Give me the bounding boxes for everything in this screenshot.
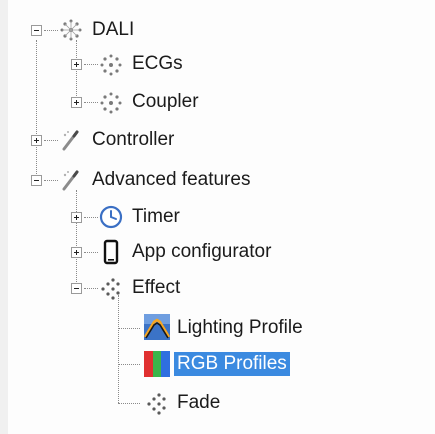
wand-icon: [62, 170, 79, 191]
expand-app-configurator-toggle[interactable]: [71, 247, 82, 258]
tree-item-ecgs[interactable]: ECGs: [129, 52, 186, 76]
tree-panel: DALI ECGs Coupler Controller Advanced fe…: [0, 0, 435, 434]
tree-item-rgb-profiles[interactable]: RGB Profiles: [174, 352, 290, 376]
phone-icon: [103, 239, 119, 265]
tree-guide: [76, 190, 77, 288]
tree-guide: [84, 288, 98, 289]
tree-guide: [118, 403, 140, 404]
collapse-advanced-features-toggle[interactable]: [31, 175, 42, 186]
tree-guide: [118, 328, 140, 329]
tree-guide: [84, 252, 98, 253]
tree-guide: [84, 102, 98, 103]
tree-guide: [44, 140, 58, 141]
tree-guide: [118, 295, 119, 403]
tree-guide: [44, 30, 58, 31]
tree-item-coupler[interactable]: Coupler: [129, 90, 202, 114]
dots-icon: [147, 393, 166, 415]
collapse-dali-toggle[interactable]: [31, 25, 42, 36]
lighting-profile-icon: [144, 314, 170, 340]
tree-item-advanced-features[interactable]: Advanced features: [89, 168, 253, 192]
expand-controller-toggle[interactable]: [31, 135, 42, 146]
dali-network-icon: [100, 54, 122, 76]
tree-item-dali[interactable]: DALI: [89, 18, 137, 42]
dali-network-icon: [60, 19, 82, 41]
tree-item-lighting-profile[interactable]: Lighting Profile: [174, 316, 306, 340]
tree-item-effect[interactable]: Effect: [129, 276, 183, 300]
tree-item-app-configurator[interactable]: App configurator: [129, 240, 274, 264]
clock-icon: [99, 205, 123, 229]
tree-item-fade[interactable]: Fade: [174, 391, 223, 415]
tree-guide: [44, 180, 58, 181]
collapse-effect-toggle[interactable]: [71, 283, 82, 294]
tree-item-controller[interactable]: Controller: [89, 128, 177, 152]
dali-network-icon: [100, 92, 122, 114]
feature-tree: DALI ECGs Coupler Controller Advanced fe…: [0, 0, 435, 434]
tree-guide: [36, 40, 37, 180]
wand-icon: [62, 130, 79, 151]
tree-item-timer[interactable]: Timer: [129, 205, 183, 229]
tree-guide: [76, 40, 77, 102]
tree-guide: [84, 64, 98, 65]
rgb-icon: [144, 351, 170, 377]
tree-guide: [84, 217, 98, 218]
expand-timer-toggle[interactable]: [71, 212, 82, 223]
expand-coupler-toggle[interactable]: [71, 97, 82, 108]
tree-guide: [118, 364, 140, 365]
expand-ecgs-toggle[interactable]: [71, 59, 82, 70]
dots-icon: [101, 278, 120, 300]
